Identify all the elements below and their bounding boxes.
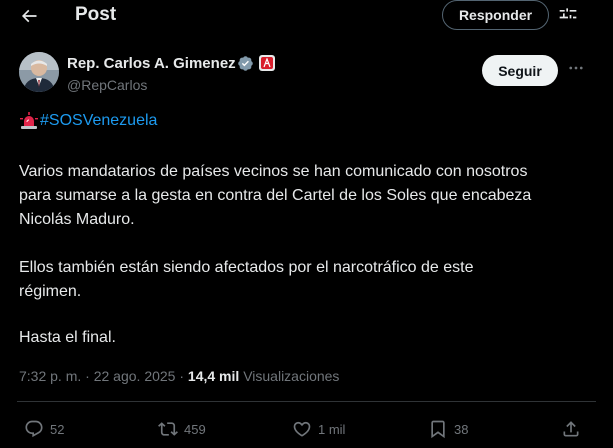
like-action[interactable]: 1 mil	[292, 418, 345, 440]
text-line: para sumarse a la gesta en contra del Ca…	[19, 187, 532, 204]
avatar[interactable]	[19, 52, 59, 92]
verified-icon	[238, 56, 253, 71]
bookmark-count: 38	[454, 421, 469, 437]
hashtag-line: #SOSVenezuela	[19, 112, 157, 130]
post-paragraph-2: Ellos también están siendo afectados por…	[19, 256, 599, 304]
divider	[17, 401, 596, 402]
reply-icon	[25, 420, 43, 438]
follow-button[interactable]: Seguir	[482, 55, 558, 86]
filter-button[interactable]	[556, 3, 580, 27]
post-page: Post Responder Rep. Carlos A. Gimenez @R…	[0, 0, 613, 448]
more-icon	[569, 66, 583, 70]
views-label: Visualizaciones	[243, 368, 340, 384]
reply-action[interactable]: 52	[24, 418, 64, 440]
more-button[interactable]	[566, 58, 586, 78]
like-count: 1 mil	[318, 421, 346, 437]
text-line: régimen.	[19, 283, 82, 300]
text-line: Nicolás Maduro.	[19, 211, 135, 228]
post-paragraph-3: Hasta el final.	[19, 329, 116, 346]
share-icon	[563, 421, 579, 437]
post-date[interactable]: 22 ago. 2025	[94, 368, 176, 384]
top-bar: Post Responder	[0, 0, 613, 32]
hashtag-link[interactable]: #SOSVenezuela	[40, 112, 157, 130]
filter-icon	[559, 8, 577, 19]
share-action[interactable]	[561, 418, 587, 440]
reply-count: 52	[50, 421, 65, 437]
author-name[interactable]: Rep. Carlos A. Gimenez	[67, 55, 236, 72]
back-arrow-icon	[21, 9, 37, 23]
siren-icon	[20, 112, 38, 129]
post-paragraph-1: Varios mandatarios de países vecinos se …	[19, 160, 599, 232]
text-line: Varios mandatarios de países vecinos se …	[19, 163, 528, 180]
text-line: Ellos también están siendo afectados por…	[19, 259, 474, 276]
bookmark-icon	[431, 420, 445, 439]
author-handle[interactable]: @RepCarlos	[67, 77, 147, 93]
post-meta: 7:32 p. m. · 22 ago. 2025 · 14,4 mil Vis…	[19, 368, 339, 384]
views-count: 14,4 mil	[187, 368, 240, 384]
back-button[interactable]	[14, 2, 44, 30]
like-icon	[293, 421, 311, 437]
meta-separator: ·	[175, 368, 188, 384]
repost-action[interactable]: 459	[158, 418, 206, 440]
reply-button[interactable]: Responder	[442, 0, 549, 30]
bookmark-action[interactable]: 38	[428, 418, 468, 440]
flag-icon	[259, 55, 275, 71]
page-title: Post	[75, 4, 117, 25]
repost-icon	[158, 422, 178, 436]
post-time[interactable]: 7:32 p. m.	[19, 368, 81, 384]
meta-separator: ·	[81, 368, 94, 384]
repost-count: 459	[184, 421, 206, 437]
